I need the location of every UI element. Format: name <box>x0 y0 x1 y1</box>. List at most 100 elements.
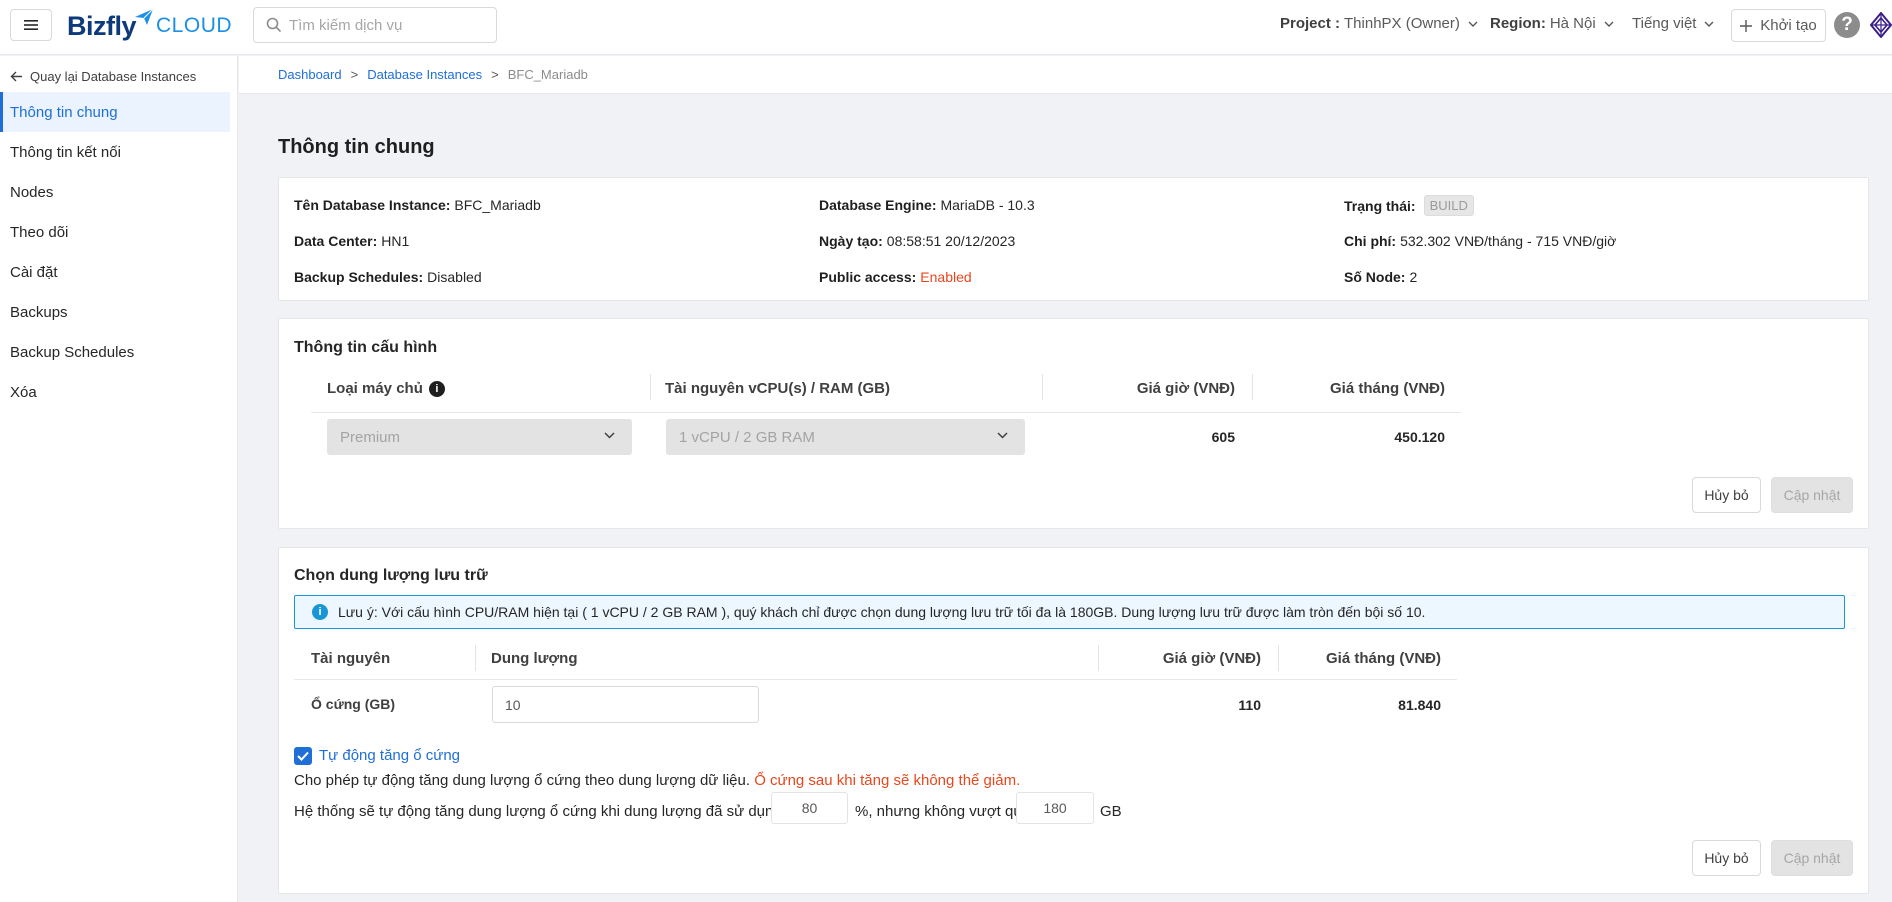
general-info-card <box>278 177 1869 301</box>
public-access-value: Enabled <box>920 269 972 285</box>
breadcrumb-bar: Dashboard > Database Instances > BFC_Mar… <box>239 56 1892 94</box>
storage-notice-text: Lưu ý: Với cấu hình CPU/RAM hiện tại ( 1… <box>338 604 1426 620</box>
created-value: 08:58:51 20/12/2023 <box>886 233 1016 249</box>
status-badge: BUILD <box>1423 195 1474 216</box>
instance-name-label: Tên Database Instance: <box>294 197 451 213</box>
project-value: ThinhPX (Owner) <box>1344 15 1460 32</box>
auto-increase-desc-text: Cho phép tự động tăng dung lượng ổ cứng … <box>294 772 751 789</box>
datacenter-value: HN1 <box>381 233 410 249</box>
project-label: Project : <box>1280 15 1341 32</box>
storage-notice-alert: i Lưu ý: Với cấu hình CPU/RAM hiện tại (… <box>294 595 1845 629</box>
threshold-mid-text: %, nhưng không vượt quá <box>855 803 1031 820</box>
storage-section-title: Chọn dung lượng lưu trữ <box>294 567 488 584</box>
bizfly-logo[interactable]: Bizfly CLOUD <box>67 8 232 44</box>
create-button[interactable]: Khởi tạo <box>1731 9 1826 42</box>
search-icon <box>266 17 282 33</box>
sidebar-item-settings[interactable]: Cài đặt <box>0 252 230 292</box>
public-access-label: Public access: <box>819 269 917 285</box>
help-icon[interactable]: ? <box>1834 12 1860 38</box>
logo-sub-text: CLOUD <box>156 14 233 37</box>
engine-label: Database Engine: <box>819 197 937 213</box>
page-title: Thông tin chung <box>278 136 435 158</box>
column-divider <box>650 374 651 400</box>
instance-name-row: Tên Database Instance: BFC_Mariadb <box>294 197 541 213</box>
breadcrumb-current: BFC_Mariadb <box>507 67 588 82</box>
sidebar: Quay lại Database Instances Thông tin ch… <box>0 56 238 902</box>
language-value: Tiếng việt <box>1632 15 1697 32</box>
info-circle-icon: i <box>312 604 328 620</box>
storage-capacity-input[interactable]: 10 <box>492 686 759 723</box>
sidebar-item-monitoring[interactable]: Theo dõi <box>0 212 230 252</box>
chevron-down-icon <box>1704 21 1714 27</box>
auto-increase-checkbox[interactable] <box>294 747 312 765</box>
config-month-price: 450.120 <box>1394 429 1445 445</box>
datacenter-label: Data Center: <box>294 233 378 249</box>
table-divider <box>311 412 1461 413</box>
storage-col-capacity: Dung lượng <box>491 650 578 667</box>
breadcrumb: Dashboard > Database Instances > BFC_Mar… <box>278 67 588 82</box>
chevron-down-icon <box>1604 21 1614 27</box>
top-header: Bizfly CLOUD Tìm kiếm dịch vụ Project : … <box>0 0 1892 55</box>
language-selector[interactable]: Tiếng việt <box>1632 15 1714 32</box>
node-count-label: Số Node: <box>1344 269 1406 285</box>
storage-row-label: Ổ cứng (GB) <box>311 696 396 712</box>
config-update-button[interactable]: Cập nhật <box>1771 477 1853 513</box>
max-capacity-unit: GB <box>1100 803 1122 820</box>
info-icon[interactable]: i <box>428 380 445 397</box>
breadcrumb-dashboard[interactable]: Dashboard <box>278 67 342 82</box>
column-divider <box>475 645 476 671</box>
backup-schedules-value: Disabled <box>427 269 482 285</box>
storage-hour-price: 110 <box>1238 697 1261 713</box>
checkmark-icon <box>297 751 309 761</box>
public-access-row: Public access: Enabled <box>819 269 972 285</box>
storage-cancel-button[interactable]: Hủy bỏ <box>1692 840 1761 876</box>
node-count-value: 2 <box>1409 269 1418 285</box>
config-col-machine: Loại máy chủ i <box>327 380 445 397</box>
cost-row: Chi phí: 532.302 VNĐ/tháng - 715 VNĐ/giờ <box>1344 233 1616 249</box>
sidebar-item-delete[interactable]: Xóa <box>0 372 230 412</box>
menu-button[interactable] <box>10 9 52 41</box>
config-hour-price: 605 <box>1211 429 1235 445</box>
project-selector[interactable]: Project : ThinhPX (Owner) <box>1280 15 1478 32</box>
chevron-down-icon <box>1468 21 1478 27</box>
sidebar-item-backups[interactable]: Backups <box>0 292 230 332</box>
created-row: Ngày tạo: 08:58:51 20/12/2023 <box>819 233 1015 249</box>
sidebar-item-backup-schedules[interactable]: Backup Schedules <box>0 332 230 372</box>
config-cancel-button[interactable]: Hủy bỏ <box>1692 477 1761 513</box>
node-count-row: Số Node: 2 <box>1344 269 1417 285</box>
sidebar-item-general[interactable]: Thông tin chung <box>0 92 230 132</box>
resource-select[interactable]: 1 vCPU / 2 GB RAM <box>666 419 1025 455</box>
cost-value: 532.302 VNĐ/tháng - 715 VNĐ/giờ <box>1400 233 1617 249</box>
apps-icon[interactable] <box>1870 12 1892 38</box>
created-label: Ngày tạo: <box>819 233 883 249</box>
region-selector[interactable]: Region: Hà Nội <box>1490 15 1614 32</box>
storage-update-button[interactable]: Cập nhật <box>1771 840 1853 876</box>
arrow-left-icon <box>10 71 22 81</box>
threshold-prefix-text: Hệ thống sẽ tự động tăng dung lượng ổ cứ… <box>294 803 807 820</box>
config-col-month: Giá tháng (VNĐ) <box>1330 380 1445 397</box>
config-col-machine-label: Loại máy chủ <box>327 380 423 397</box>
instance-name-value: BFC_Mariadb <box>454 197 541 213</box>
config-section-title: Thông tin cấu hình <box>294 339 438 356</box>
resource-value: 1 vCPU / 2 GB RAM <box>679 428 815 446</box>
sidebar-item-connection[interactable]: Thông tin kết nối <box>0 132 230 172</box>
backup-schedules-row: Backup Schedules: Disabled <box>294 269 482 285</box>
machine-type-select[interactable]: Premium <box>327 419 632 455</box>
sidebar-item-nodes[interactable]: Nodes <box>0 172 230 212</box>
auto-increase-label[interactable]: Tự động tăng ổ cứng <box>319 747 460 764</box>
back-label: Quay lại Database Instances <box>30 68 197 84</box>
auto-increase-description: Cho phép tự động tăng dung lượng ổ cứng … <box>294 772 1020 789</box>
region-label: Region: <box>1490 15 1546 32</box>
service-search-input[interactable]: Tìm kiếm dịch vụ <box>253 7 497 43</box>
chevron-down-icon <box>997 432 1008 439</box>
max-capacity-input[interactable]: 180 <box>1016 792 1094 824</box>
breadcrumb-database-instances[interactable]: Database Instances <box>367 67 482 82</box>
back-link[interactable]: Quay lại Database Instances <box>10 66 196 86</box>
config-col-resource: Tài nguyên vCPU(s) / RAM (GB) <box>665 380 891 397</box>
storage-month-price: 81.840 <box>1398 697 1441 713</box>
hamburger-icon <box>24 20 38 30</box>
threshold-percent-input[interactable]: 80 <box>771 792 848 824</box>
storage-col-resource: Tài nguyên <box>311 650 391 667</box>
engine-value: MariaDB - 10.3 <box>940 197 1035 213</box>
engine-row: Database Engine: MariaDB - 10.3 <box>819 197 1035 213</box>
